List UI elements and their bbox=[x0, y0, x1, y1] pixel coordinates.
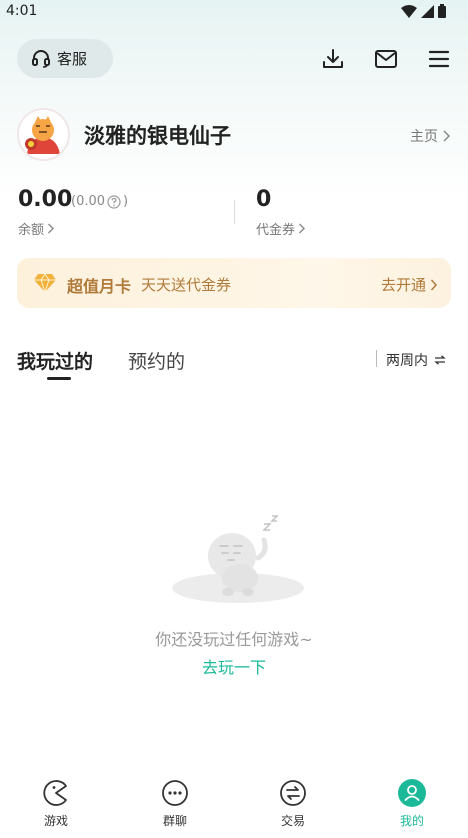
tab-active-indicator bbox=[47, 377, 71, 380]
balance-value[interactable]: 0.00 bbox=[18, 187, 72, 212]
status-icons bbox=[401, 4, 446, 18]
filter-divider bbox=[376, 350, 377, 367]
help-circle-icon[interactable] bbox=[107, 194, 121, 209]
balance-sub: (0.00 ) bbox=[71, 194, 128, 209]
chevron-right-icon bbox=[48, 223, 55, 234]
nav-label-trade: 交易 bbox=[280, 814, 305, 828]
nav-label-games: 游戏 bbox=[43, 814, 68, 828]
time-filter-button[interactable]: 两周内 bbox=[386, 350, 446, 370]
battery-icon bbox=[438, 4, 446, 18]
chevron-right-icon bbox=[430, 278, 437, 291]
homepage-link[interactable]: 主页 bbox=[410, 126, 450, 146]
tab-reserved[interactable]: 预约的 bbox=[128, 347, 185, 374]
avatar[interactable] bbox=[17, 108, 70, 161]
coupon-value[interactable]: 0 bbox=[256, 187, 271, 212]
time-filter-label: 两周内 bbox=[386, 353, 428, 369]
chevron-right-icon bbox=[299, 223, 306, 234]
balance-sub-value: (0.00 bbox=[71, 194, 106, 209]
go-play-link[interactable]: 去玩一下 bbox=[0, 654, 468, 678]
chevron-right-icon bbox=[443, 130, 450, 142]
balance-label-link[interactable]: 余额 bbox=[18, 219, 55, 238]
mail-icon[interactable] bbox=[373, 46, 399, 72]
chat-bubble-icon bbox=[160, 778, 190, 808]
nav-mine[interactable]: 我的 bbox=[377, 778, 447, 829]
coupon-label: 代金券 bbox=[256, 223, 296, 238]
diamond-icon bbox=[34, 273, 56, 293]
nav-label-mine: 我的 bbox=[399, 814, 424, 828]
homepage-label: 主页 bbox=[410, 129, 438, 145]
headset-icon bbox=[32, 49, 50, 68]
swap-icon bbox=[434, 355, 446, 365]
pacman-icon bbox=[41, 778, 71, 808]
nav-trade[interactable]: 交易 bbox=[258, 778, 328, 829]
nav-label-group-chat: 群聊 bbox=[162, 814, 187, 828]
wifi-icon bbox=[401, 4, 417, 18]
customer-service-button[interactable]: 客服 bbox=[17, 39, 113, 78]
nav-group-chat[interactable]: 群聊 bbox=[140, 778, 210, 829]
empty-message: 你还没玩过任何游戏~ bbox=[155, 630, 313, 649]
vip-title: 超值月卡 bbox=[67, 277, 132, 296]
nav-games[interactable]: 游戏 bbox=[21, 778, 91, 829]
signal-icon bbox=[421, 4, 434, 18]
menu-icon[interactable] bbox=[426, 46, 452, 72]
tab-played[interactable]: 我玩过的 bbox=[17, 347, 93, 374]
vip-open-button[interactable]: 去开通 bbox=[381, 274, 437, 295]
customer-service-label: 客服 bbox=[57, 50, 88, 68]
download-icon[interactable] bbox=[320, 46, 346, 72]
balance-label: 余额 bbox=[18, 223, 45, 238]
coupon-label-link[interactable]: 代金券 bbox=[256, 219, 306, 238]
vip-open-label: 去开通 bbox=[380, 276, 426, 294]
sleeping-tiger-illustration bbox=[172, 515, 304, 603]
vip-monthly-card-banner[interactable]: 超值月卡 天天送代金券 去开通 bbox=[17, 258, 451, 308]
wallet-divider bbox=[234, 200, 235, 224]
vip-subtitle: 天天送代金券 bbox=[141, 276, 232, 294]
exchange-icon bbox=[278, 778, 308, 808]
balance-sub-close: ) bbox=[123, 194, 129, 209]
nickname: 淡雅的银电仙子 bbox=[84, 124, 231, 148]
user-icon bbox=[397, 778, 427, 808]
status-time: 4:01 bbox=[6, 3, 38, 19]
